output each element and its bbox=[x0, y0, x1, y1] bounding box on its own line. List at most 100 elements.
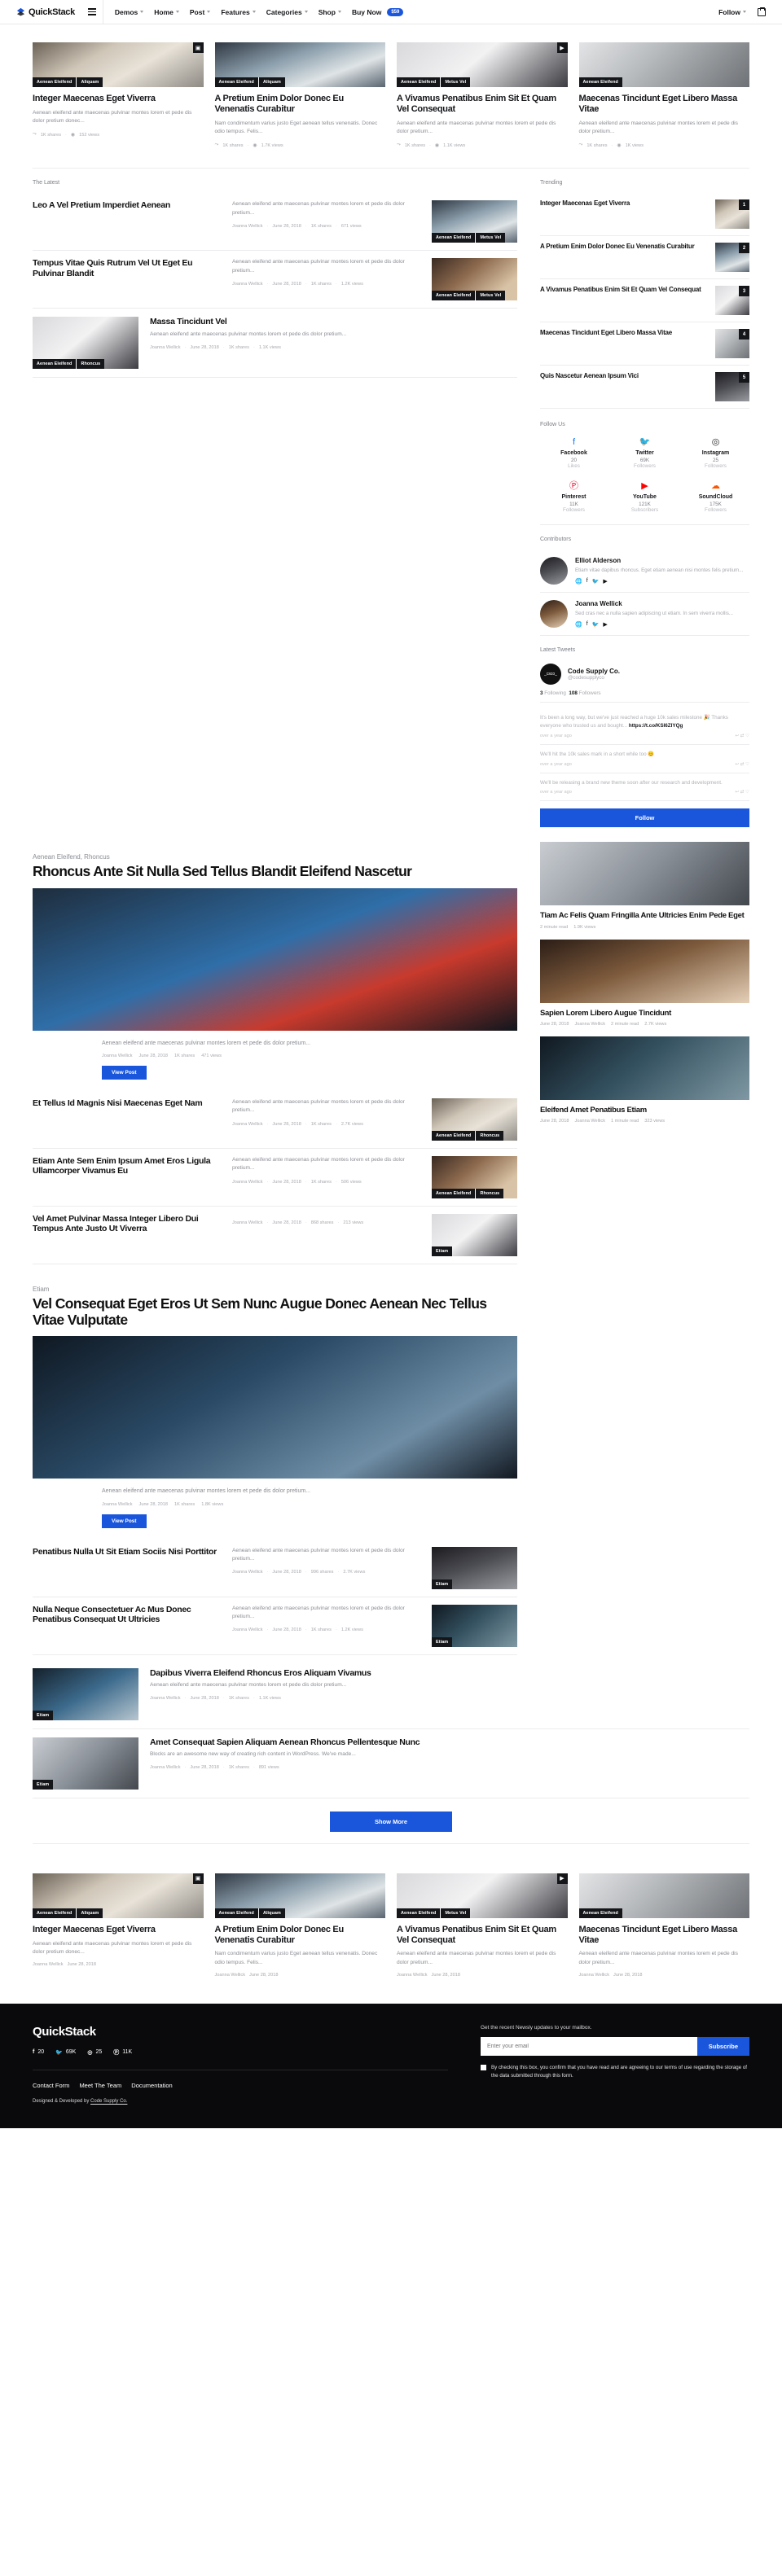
facebook-icon[interactable]: f bbox=[586, 578, 588, 585]
tweet-item[interactable]: We'll be releasing a brand new theme soo… bbox=[540, 773, 749, 802]
article-card[interactable]: Aenean Eleifend Maecenas Tincidunt Eget … bbox=[578, 1873, 749, 1978]
card-thumbnail[interactable]: Aenean Eleifend Aliquam bbox=[214, 42, 385, 87]
category-badge[interactable]: Aenean Eleifend bbox=[33, 77, 77, 87]
nav-item-features[interactable]: Features bbox=[221, 8, 256, 16]
card-thumbnail[interactable] bbox=[540, 1036, 749, 1100]
twitter-icon[interactable]: 🐦 bbox=[592, 621, 600, 628]
author-name[interactable]: Joanna Wellick bbox=[150, 1696, 181, 1701]
nav-item-shop[interactable]: Shop bbox=[319, 8, 341, 16]
tweet-actions[interactable]: ↩ ⇄ ♡ bbox=[736, 790, 750, 795]
category-badge[interactable]: Metus Vel bbox=[440, 1908, 471, 1918]
list-item-title[interactable]: Penatibus Nulla Ut Sit Etiam Sociis Nisi… bbox=[33, 1547, 222, 1557]
card-title[interactable]: Eleifend Amet Penatibus Etiam bbox=[540, 1106, 749, 1115]
hamburger-icon[interactable] bbox=[87, 8, 96, 15]
author-name[interactable]: Joanna Wellick bbox=[150, 1765, 181, 1770]
feature-category[interactable]: Aenean Eleifend, Rhoncus bbox=[33, 853, 517, 861]
author-name[interactable]: Joanna Wellick bbox=[232, 282, 263, 287]
list-item-thumbnail[interactable]: Etiam bbox=[33, 1737, 138, 1790]
author-name[interactable]: Joanna Wellick bbox=[232, 1180, 263, 1185]
author-name[interactable]: Joanna Wellick bbox=[574, 1022, 605, 1027]
category-badge[interactable]: Aenean Eleifend bbox=[432, 1189, 476, 1199]
card-title[interactable]: Integer Maecenas Eget Viverra bbox=[33, 94, 204, 104]
category-badge[interactable]: Aliquam bbox=[257, 77, 285, 87]
show-more-button[interactable]: Show More bbox=[330, 1811, 452, 1832]
trending-thumbnail[interactable]: 2 bbox=[715, 243, 749, 273]
card-title[interactable]: Tiam Ac Felis Quam Fringilla Ante Ultric… bbox=[540, 911, 749, 920]
globe-icon[interactable]: 🌐 bbox=[575, 578, 582, 585]
twitter-icon[interactable]: 🐦 bbox=[592, 578, 600, 585]
category-badge[interactable]: Aenean Eleifend bbox=[432, 233, 476, 243]
footer-link-contact-form[interactable]: Contact Form bbox=[33, 2082, 69, 2089]
terms-checkbox[interactable] bbox=[481, 2064, 486, 2070]
email-field[interactable] bbox=[481, 2036, 697, 2056]
tweet-item[interactable]: It's been a long way, but we've just rea… bbox=[540, 708, 749, 745]
follow-menu[interactable]: Follow bbox=[718, 8, 746, 16]
trending-thumbnail[interactable]: 3 bbox=[715, 286, 749, 316]
category-badge[interactable]: Rhoncus bbox=[475, 1131, 504, 1141]
article-card[interactable]: Aenean Eleifend Metus Vel ▶ A Vivamus Pena… bbox=[397, 42, 568, 148]
category-badge[interactable]: Aenean Eleifend bbox=[578, 77, 622, 87]
contributor-name[interactable]: Elliot Alderson bbox=[575, 557, 749, 564]
article-card[interactable]: Aenean Eleifend Aliquam A Pretium Enim Do… bbox=[214, 1873, 386, 1978]
footer-social-instagram-icon[interactable]: ◎ 25 bbox=[87, 2049, 102, 2056]
author-name[interactable]: Joanna Wellick bbox=[232, 1628, 263, 1632]
category-badge[interactable]: Metus Vel bbox=[475, 233, 506, 243]
cart-icon[interactable] bbox=[758, 7, 766, 16]
author-name[interactable]: Joanna Wellick bbox=[397, 1973, 428, 1978]
view-post-button[interactable]: View Post bbox=[102, 1514, 147, 1528]
trending-title[interactable]: Maecenas Tincidunt Eget Libero Massa Vit… bbox=[540, 329, 707, 337]
card-thumbnail[interactable] bbox=[540, 939, 749, 1003]
author-name[interactable]: Joanna Wellick bbox=[232, 1570, 263, 1575]
trending-item[interactable]: A Pretium Enim Dolor Donec Eu Venenatis … bbox=[540, 236, 749, 280]
trending-item[interactable]: Quis Nascetur Aenean Ipsum Vici 5 bbox=[540, 366, 749, 410]
social-stat-instagram[interactable]: ◎ Instagram 25 Followers bbox=[682, 438, 749, 470]
tweet-account[interactable]: _csco_ Code Supply Co. @codesupplyco bbox=[540, 660, 749, 686]
list-item[interactable]: Tempus Vitae Quis Rutrum Vel Ut Eget Eu … bbox=[33, 251, 517, 309]
trending-title[interactable]: A Vivamus Penatibus Enim Sit Et Quam Vel… bbox=[540, 286, 707, 294]
sidebar-article-card[interactable]: Eleifend Amet Penatibus Etiam June 28, 2… bbox=[540, 1036, 749, 1133]
author-name[interactable]: Joanna Wellick bbox=[232, 1122, 263, 1127]
list-item-title[interactable]: Etiam Ante Sem Enim Ipsum Amet Eros Ligu… bbox=[33, 1156, 222, 1176]
social-stat-facebook[interactable]: f Facebook 20 Likes bbox=[540, 438, 608, 470]
tweet-link[interactable]: https://t.co/KSI6ZIYQg bbox=[629, 723, 683, 729]
card-title[interactable]: Sapien Lorem Libero Augue Tincidunt bbox=[540, 1009, 749, 1018]
trending-item[interactable]: A Vivamus Penatibus Enim Sit Et Quam Vel… bbox=[540, 279, 749, 323]
contributor-name[interactable]: Joanna Wellick bbox=[575, 600, 749, 607]
social-stat-pinterest[interactable]: Ⓟ Pinterest 11K Followers bbox=[540, 482, 608, 514]
credit-link[interactable]: Code Supply Co. bbox=[90, 2099, 127, 2104]
footer-social-pinterest-icon[interactable]: Ⓟ 11K bbox=[113, 2048, 132, 2057]
category-badge[interactable]: Rhoncus bbox=[76, 359, 105, 370]
list-item[interactable]: Et Tellus Id Magnis Nisi Maecenas Eget N… bbox=[33, 1091, 517, 1150]
author-name[interactable]: Joanna Wellick bbox=[232, 1220, 263, 1225]
category-badge[interactable]: Etiam bbox=[33, 1779, 54, 1790]
card-thumbnail[interactable]: Aenean Eleifend Metus Vel ▶ bbox=[397, 1873, 568, 1918]
card-title[interactable]: A Pretium Enim Dolor Donec Eu Venenatis … bbox=[215, 94, 386, 115]
footer-link-meet-the-team[interactable]: Meet The Team bbox=[79, 2082, 121, 2089]
card-title[interactable]: Maecenas Tincidunt Eget Libero Massa Vit… bbox=[579, 94, 750, 115]
feature-image[interactable] bbox=[33, 1336, 517, 1479]
trending-item[interactable]: Maecenas Tincidunt Eget Libero Massa Vit… bbox=[540, 322, 749, 366]
author-name[interactable]: Joanna Wellick bbox=[150, 345, 181, 350]
sidebar-article-card[interactable]: Tiam Ac Felis Quam Fringilla Ante Ultric… bbox=[540, 842, 749, 939]
category-badge[interactable]: Aenean Eleifend bbox=[397, 1908, 441, 1918]
trending-thumbnail[interactable]: 4 bbox=[715, 329, 749, 359]
trending-thumbnail[interactable]: 1 bbox=[715, 199, 749, 230]
contributor[interactable]: Elliot Alderson Etiam vitae dapibus rhon… bbox=[540, 550, 749, 594]
trending-title[interactable]: Quis Nascetur Aenean Ipsum Vici bbox=[540, 372, 707, 380]
card-title[interactable]: A Vivamus Penatibus Enim Sit Et Quam Vel… bbox=[397, 1925, 568, 1946]
list-item-thumbnail[interactable]: Aenean Eleifend Rhoncus bbox=[33, 317, 138, 370]
category-badge[interactable]: Etiam bbox=[432, 1246, 453, 1257]
list-item[interactable]: Etiam Ante Sem Enim Ipsum Amet Eros Ligu… bbox=[33, 1149, 517, 1207]
list-item-thumbnail[interactable]: Aenean Eleifend Rhoncus bbox=[432, 1156, 517, 1199]
list-item-title[interactable]: Massa Tincidunt Vel bbox=[150, 317, 517, 326]
nav-item-demos[interactable]: Demos bbox=[115, 8, 144, 16]
card-title[interactable]: A Pretium Enim Dolor Donec Eu Venenatis … bbox=[215, 1925, 386, 1946]
category-badge[interactable]: Aenean Eleifend bbox=[214, 77, 258, 87]
youtube-icon[interactable]: ▶ bbox=[603, 578, 607, 585]
list-item-thumbnail[interactable]: Etiam bbox=[432, 1546, 517, 1589]
nav-item-home[interactable]: Home bbox=[154, 8, 179, 16]
trending-thumbnail[interactable]: 5 bbox=[715, 372, 749, 402]
card-thumbnail[interactable]: Aenean Eleifend Aliquam ▣ bbox=[33, 1873, 204, 1918]
list-item[interactable]: Nulla Neque Consectetuer Ac Mus Donec Pe… bbox=[33, 1597, 517, 1655]
category-badge[interactable]: Aenean Eleifend bbox=[214, 1908, 258, 1918]
